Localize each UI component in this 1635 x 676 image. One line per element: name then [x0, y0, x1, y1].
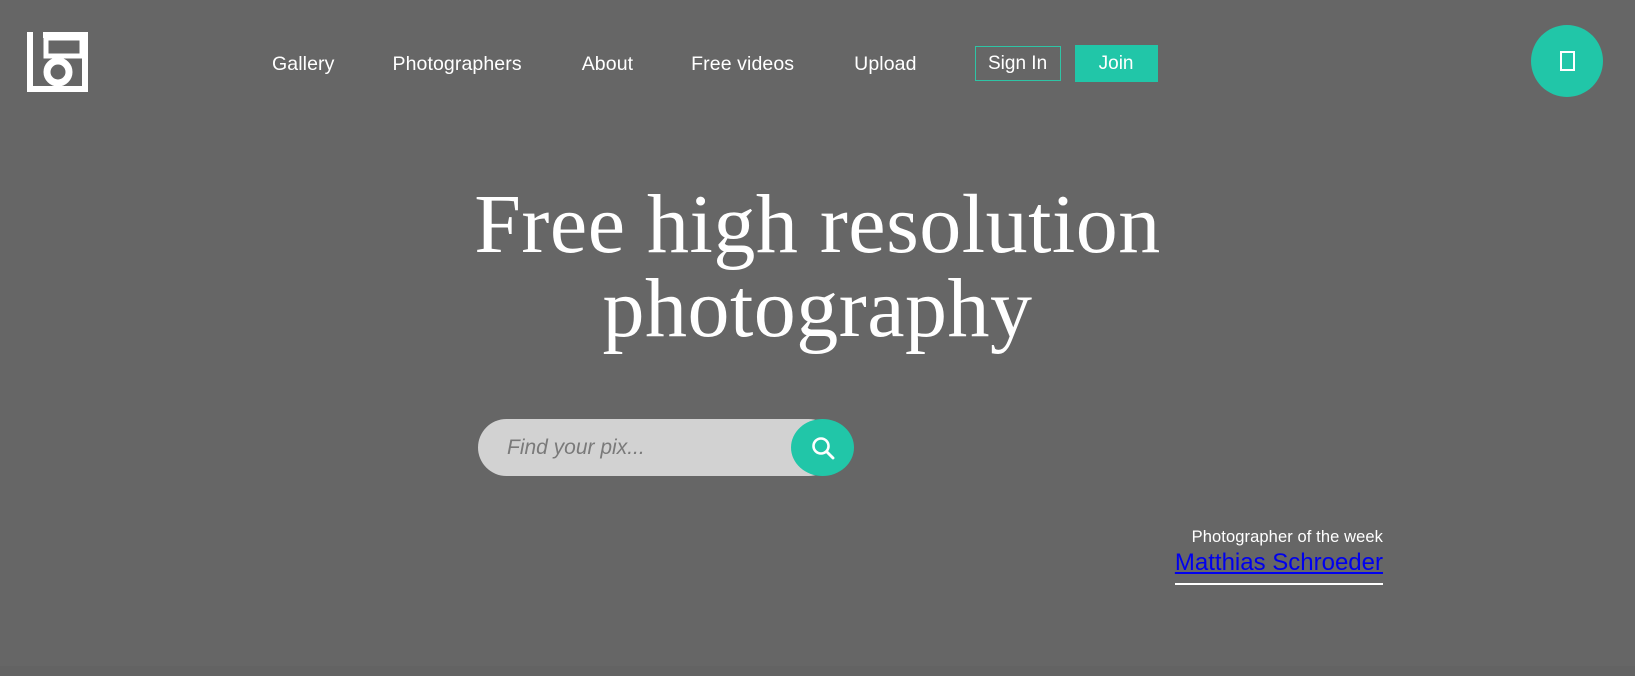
nav-links-group: Gallery Photographers About Free videos …: [272, 45, 1158, 82]
nav-link-upload[interactable]: Upload: [854, 49, 916, 79]
user-avatar-icon: [1559, 51, 1575, 71]
headline-line-2: photography: [602, 262, 1033, 355]
join-button[interactable]: Join: [1074, 45, 1158, 82]
hero-section: Gallery Photographers About Free videos …: [0, 0, 1635, 676]
search-bar[interactable]: [478, 419, 854, 476]
user-avatar-button[interactable]: [1531, 25, 1603, 97]
camera-floppy-logo-icon: [27, 32, 88, 92]
headline-line-1: Free high resolution: [474, 178, 1161, 271]
search-icon: [811, 436, 834, 459]
nav-link-photographers[interactable]: Photographers: [392, 49, 521, 79]
photographer-of-the-week: Photographer of the week Matthias Schroe…: [1174, 526, 1383, 585]
hero-headline: Free high resolution photography: [0, 183, 1635, 351]
photographer-of-the-week-label: Photographer of the week: [1191, 528, 1383, 546]
nav-link-about[interactable]: About: [582, 49, 633, 79]
search-input[interactable]: [478, 419, 791, 476]
sign-in-button[interactable]: Sign In: [974, 46, 1061, 81]
search-submit-button[interactable]: [791, 419, 854, 476]
photographer-of-the-week-name[interactable]: Matthias Schroeder: [1174, 548, 1383, 585]
top-navigation-bar: Gallery Photographers About Free videos …: [0, 0, 1635, 122]
hero-bottom-strip: [0, 666, 1635, 676]
site-logo[interactable]: [27, 29, 91, 92]
nav-link-free-videos[interactable]: Free videos: [691, 49, 794, 79]
nav-link-gallery[interactable]: Gallery: [272, 49, 334, 79]
